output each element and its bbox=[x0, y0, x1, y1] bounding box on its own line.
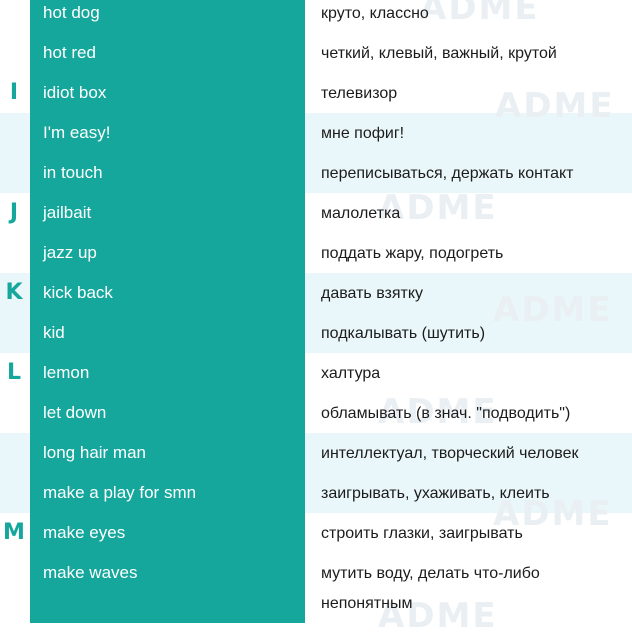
russian-translation: поддать жару, подогреть bbox=[321, 245, 504, 262]
english-phrase: make a play for smn bbox=[43, 483, 197, 502]
english-phrase: jailbait bbox=[43, 203, 92, 222]
russian-translation: мне пофиг! bbox=[321, 125, 405, 142]
english-phrase: I'm easy! bbox=[43, 123, 111, 142]
section-letter: J bbox=[9, 200, 19, 225]
russian-translation: строить глазки, заигрывать bbox=[321, 525, 523, 542]
english-phrase: long hair man bbox=[43, 443, 147, 462]
russian-translation: интеллектуал, творческий человек bbox=[321, 445, 579, 462]
english-phrase: make eyes bbox=[43, 523, 126, 542]
english-phrase: make waves bbox=[43, 563, 138, 582]
russian-translation: круто, классно bbox=[321, 5, 429, 22]
russian-translation: обламывать (в знач. "подводить") bbox=[321, 405, 571, 422]
russian-translation: телевизор bbox=[321, 85, 398, 102]
english-phrase: let down bbox=[43, 403, 107, 422]
russian-translation: подкалывать (шутить) bbox=[321, 325, 486, 342]
russian-translation: четкий, клевый, важный, крутой bbox=[321, 45, 557, 62]
russian-translation: мутить воду, делать что-либо bbox=[321, 565, 540, 582]
english-phrase: kid bbox=[43, 323, 65, 342]
english-phrase: lemon bbox=[43, 363, 90, 382]
russian-translation: переписываться, держать контакт bbox=[321, 165, 574, 182]
russian-translation: халтура bbox=[321, 365, 381, 382]
russian-translation: заигрывать, ухаживать, клеить bbox=[321, 485, 550, 502]
section-letter: L bbox=[6, 360, 22, 385]
english-phrase: hot red bbox=[43, 43, 96, 62]
english-phrase: idiot box bbox=[43, 83, 107, 102]
english-phrase: hot dog bbox=[43, 3, 100, 22]
english-phrase: kick back bbox=[43, 283, 113, 302]
section-letter: I bbox=[9, 80, 19, 105]
russian-translation: малолетка bbox=[321, 205, 401, 222]
english-phrase: jazz up bbox=[43, 243, 97, 262]
english-phrase: in touch bbox=[43, 163, 103, 182]
section-letter: M bbox=[3, 520, 25, 545]
watermark: ADME bbox=[420, 0, 540, 28]
russian-translation-continued: непонятным bbox=[321, 595, 413, 612]
russian-translation: давать взятку bbox=[321, 285, 424, 302]
section-letter: K bbox=[5, 280, 23, 305]
